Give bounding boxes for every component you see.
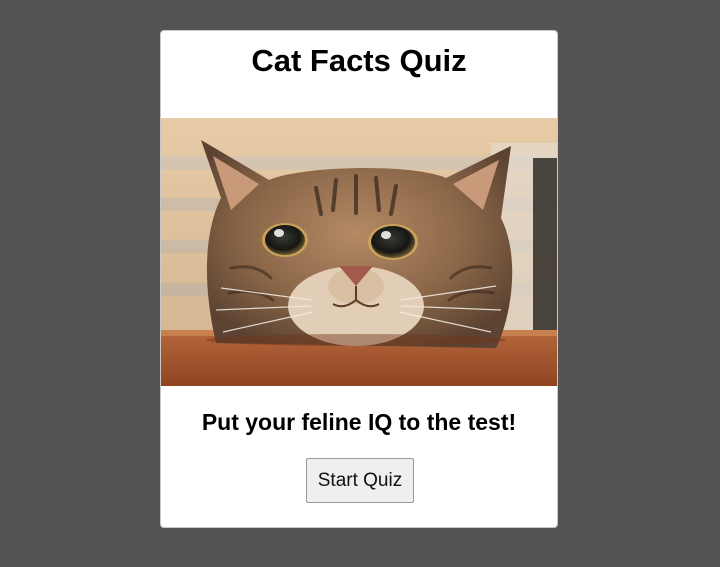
quiz-tagline: Put your feline IQ to the test! xyxy=(201,409,517,435)
quiz-title: Cat Facts Quiz xyxy=(251,43,467,78)
start-quiz-button[interactable]: Start Quiz xyxy=(306,458,414,503)
quiz-card: Cat Facts Quiz Put your feline IQ to the… xyxy=(160,30,558,528)
cat-photo xyxy=(161,118,557,386)
